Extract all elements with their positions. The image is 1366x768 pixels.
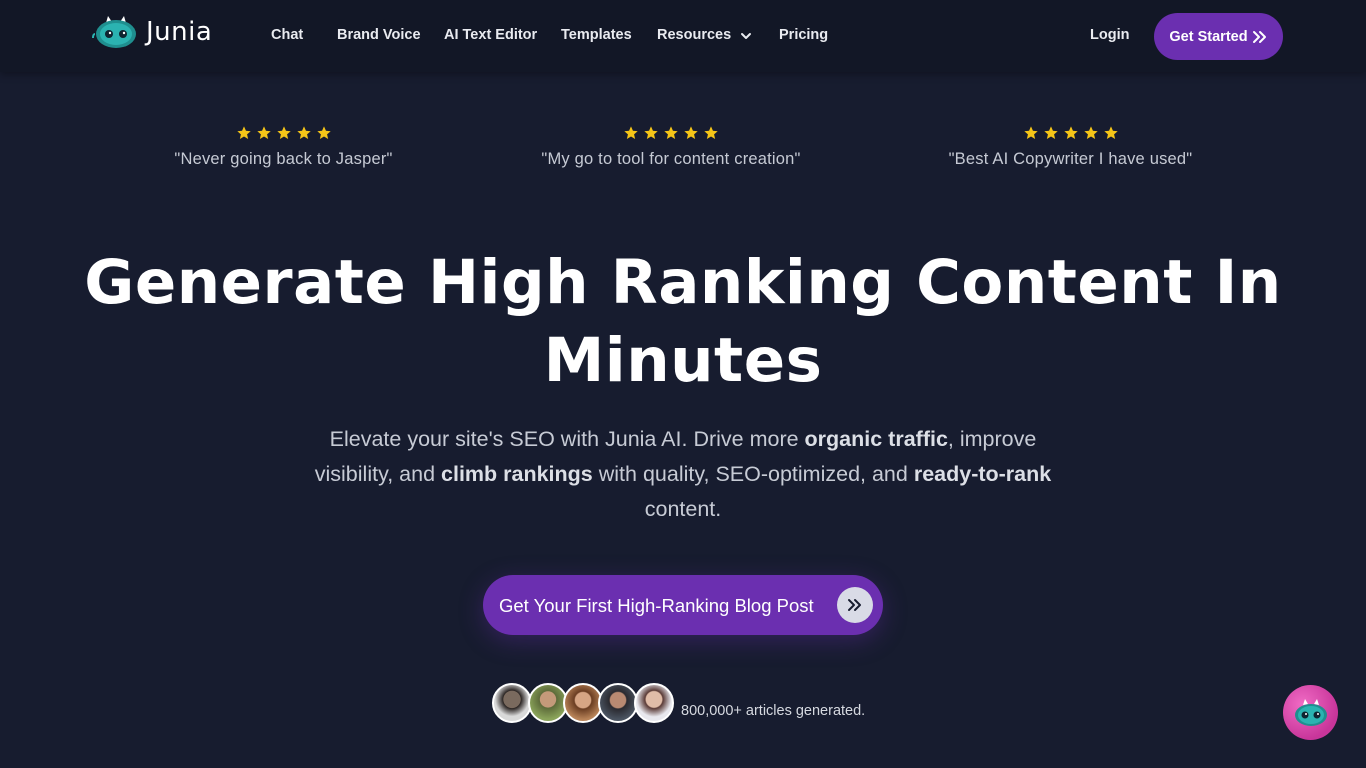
star-icon xyxy=(1103,126,1118,139)
double-chevron-right-icon[interactable] xyxy=(837,587,873,623)
hero-subtitle: Elevate your site's SEO with Junia AI. D… xyxy=(293,422,1073,527)
avatar xyxy=(634,683,674,723)
nav-link-resources[interactable]: Resources xyxy=(657,27,731,43)
hero-sub-emphasis: organic traffic xyxy=(804,427,948,451)
star-icon xyxy=(704,126,718,139)
hero-title: Generate High Ranking Content In Minutes xyxy=(0,244,1366,400)
nav-link-resources-label: Resources xyxy=(657,27,732,43)
star-icon xyxy=(296,126,311,139)
star-icon xyxy=(624,126,638,139)
testimonial-1: "Never going back to Jasper" xyxy=(173,125,394,169)
star-icon xyxy=(644,126,658,139)
chevron-down-icon[interactable] xyxy=(740,31,752,41)
chat-launcher-button[interactable] xyxy=(1283,685,1338,740)
testimonial-3: "Best AI Copywriter I have used" xyxy=(948,125,1193,169)
top-navbar: Junia Chat Brand Voice AI Text Editor Te… xyxy=(0,0,1366,72)
first-blog-post-label: Get Your First High-Ranking Blog Post xyxy=(499,595,814,616)
star-icon xyxy=(256,126,271,139)
star-rating xyxy=(538,125,804,141)
double-chevron-right-icon xyxy=(1252,30,1266,43)
avatar xyxy=(492,683,532,723)
avatar xyxy=(563,683,603,723)
star-icon xyxy=(316,126,331,139)
hero-sub-text: with quality, SEO-optimized, and xyxy=(592,462,914,486)
star-icon xyxy=(276,126,291,139)
star-icon xyxy=(1023,126,1038,139)
testimonial-quote: "Never going back to Jasper" xyxy=(174,150,393,168)
junia-logo-icon xyxy=(92,16,136,48)
get-started-button[interactable]: Get Started xyxy=(1154,13,1283,60)
testimonial-quote: "Best AI Copywriter I have used" xyxy=(948,150,1193,168)
double-chevron-right-glyph xyxy=(848,599,861,611)
articles-count: 800,000+ articles generated. xyxy=(681,703,866,719)
hero-sub-text: Elevate your site's SEO with Junia AI. D… xyxy=(329,427,805,451)
star-icon xyxy=(1043,126,1058,139)
avatar xyxy=(528,683,568,723)
star-icon xyxy=(1083,126,1098,139)
hero-title-line-2: Minutes xyxy=(543,325,823,396)
testimonial-2: "My go to tool for content creation" xyxy=(538,125,804,169)
star-icon xyxy=(684,126,698,139)
hero-sub-text: content. xyxy=(644,497,722,521)
testimonial-quote: "My go to tool for content creation" xyxy=(541,150,801,168)
star-icon xyxy=(664,126,678,139)
hero-sub-emphasis: ready-to-rank xyxy=(913,462,1052,486)
brand-logo[interactable]: Junia xyxy=(92,12,212,52)
hero-title-line-1: Generate High Ranking Content In xyxy=(84,247,1282,318)
nav-link-brand-voice[interactable]: Brand Voice xyxy=(337,27,421,43)
nav-link-templates[interactable]: Templates xyxy=(561,27,632,43)
star-rating xyxy=(173,125,394,141)
nav-link-chat[interactable]: Chat xyxy=(271,27,303,43)
nav-link-pricing[interactable]: Pricing xyxy=(779,27,828,43)
star-icon xyxy=(236,126,251,139)
star-rating xyxy=(948,125,1193,141)
avatar xyxy=(598,683,638,723)
hero-sub-emphasis: climb rankings xyxy=(441,462,593,486)
chat-robot-icon xyxy=(1294,698,1327,726)
star-icon xyxy=(1063,126,1078,139)
nav-link-ai-text-editor[interactable]: AI Text Editor xyxy=(444,27,537,43)
brand-name: Junia xyxy=(146,17,213,47)
first-blog-post-button[interactable]: Get Your First High-Ranking Blog Post xyxy=(483,575,883,635)
login-link[interactable]: Login xyxy=(1090,27,1129,43)
get-started-label: Get Started xyxy=(1169,28,1248,45)
